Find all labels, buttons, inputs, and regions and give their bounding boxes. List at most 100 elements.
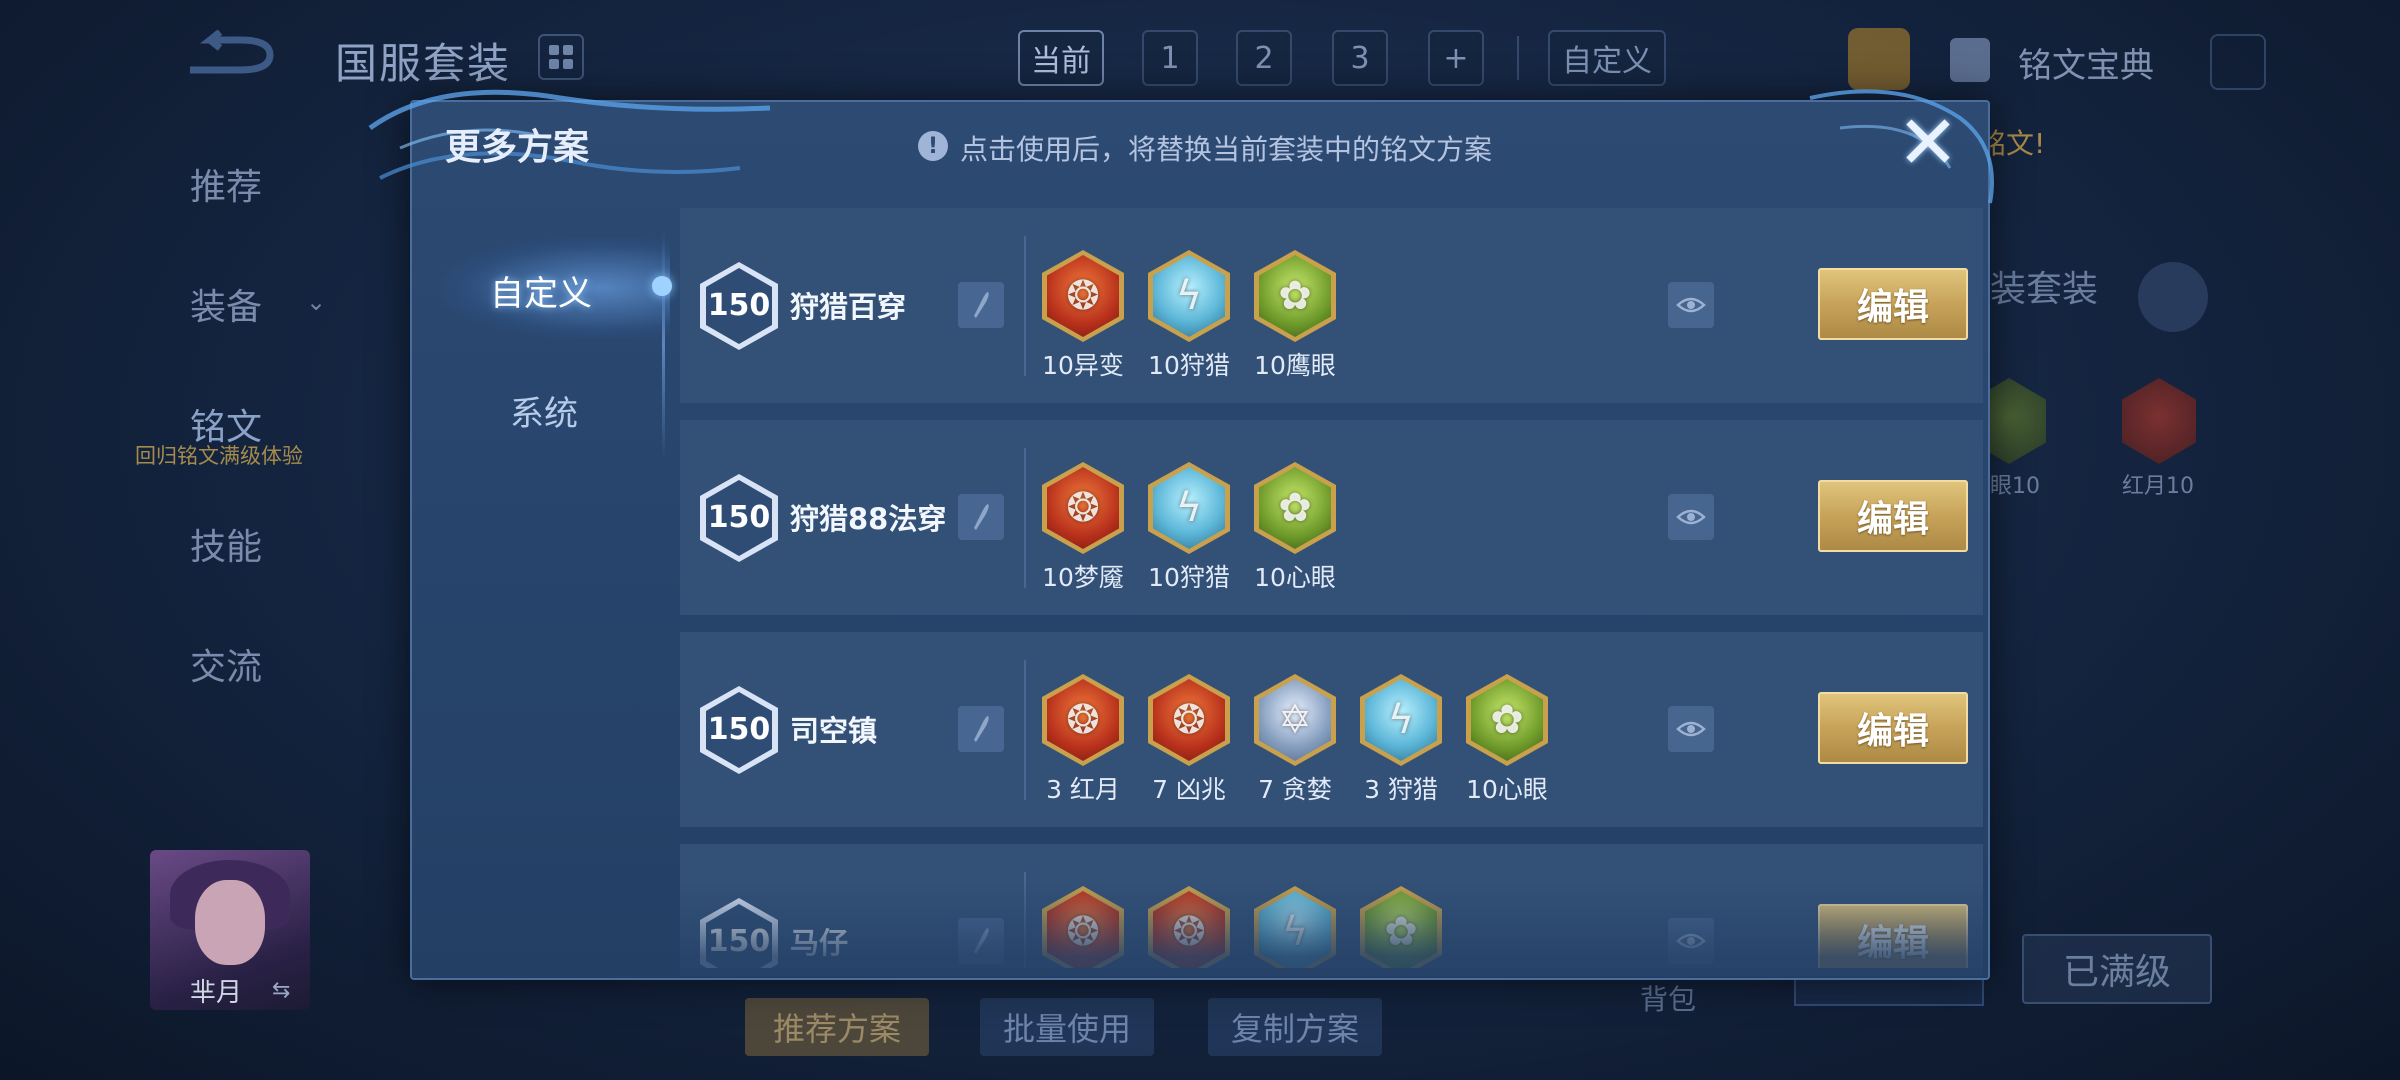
rune-red-icon: ❂ [1042,462,1124,554]
rune-green-icon: ✿ [1254,462,1336,554]
close-icon: ✕ [1896,100,1959,186]
modal-title: 更多方案 [445,127,590,168]
recommend-plan-button[interactable]: 推荐方案 [745,998,929,1056]
plan-card[interactable]: 150 狩猎百穿 ❂ 10异变 ϟ 10狩猎 ✿ 10鹰眼 编辑 [680,208,1983,403]
tab-add[interactable]: + [1428,30,1484,86]
level-badge: 150 [700,686,778,774]
batch-use-button[interactable]: 批量使用 [980,998,1154,1056]
pen-icon [974,928,989,954]
rune-count: 10狩猎 [1148,351,1230,380]
tab-divider [662,230,665,460]
menu-icon[interactable] [2138,262,2208,332]
pen-icon [974,292,989,318]
plan-card[interactable]: 150 司空镇 ❂ 3 红月 ❂ 7 凶兆 ✡ 7 贪婪 ϟ 3 狩猎 ✿ 10心眼 编辑 [680,632,1983,827]
divider [1517,36,1519,80]
rune-slot: ✿ 10心眼 [1466,674,1548,814]
plan-name: 狩猎88法穿 [790,502,947,536]
rune-slot: ϟ 10狩猎 [1148,250,1230,390]
rune-blue-icon: ϟ [1148,250,1230,342]
close-button[interactable]: ✕ [1895,106,1961,180]
rune-slot: ϟ 10狩猎 [1148,462,1230,602]
tab-set-1[interactable]: 1 [1142,30,1198,86]
preview-button[interactable] [1668,494,1714,540]
divider [1024,448,1026,588]
nav-skills[interactable]: 技能 [190,518,262,570]
rune-label: 红月10 [2122,474,2194,499]
nav-recommend[interactable]: 推荐 [190,158,262,210]
rune-label: 眼10 [1990,474,2040,499]
rune-red-icon: ❂ [1042,886,1124,968]
eye-icon [1676,933,1706,949]
rename-button[interactable] [958,494,1004,540]
rune-icon [2122,378,2196,464]
rename-button[interactable] [958,282,1004,328]
info-icon: ! [918,131,948,161]
rune-blue-icon: ϟ [1148,462,1230,554]
tab-system-plans[interactable]: 系统 [510,386,578,435]
plan-name: 马仔 [790,926,849,960]
hero-name: 芈月 [190,978,243,1008]
divider [1024,660,1026,800]
rune-slot: ✡ 7 贪婪 [1254,674,1336,814]
level-badge: 150 [700,898,778,968]
rune-slot: ❂ 10异变 [1042,250,1124,390]
rune-count: 10异变 [1042,351,1124,380]
rune-count: 10梦魇 [1042,563,1124,592]
rune-silver-icon: ✡ [1254,674,1336,766]
rune-slot: ✿ 10心眼 [1254,462,1336,602]
maxed-button[interactable]: 已满级 [2022,934,2212,1004]
preview-button[interactable] [1668,706,1714,752]
codex-label[interactable]: 铭文宝典 [2018,38,2154,87]
side-title: 装套装 [1990,269,2099,310]
tab-current[interactable]: 当前 [1018,30,1104,86]
rune-slot: ✿ [1360,886,1442,968]
nav-equipment[interactable]: 装备 [190,278,262,330]
rune-slot: ϟ 3 狩猎 [1360,674,1442,814]
plan-card[interactable]: 150 马仔 ❂ ❂ ϟ ✿ 编辑 [680,844,1983,968]
tab-set-3[interactable]: 3 [1332,30,1388,86]
copy-plan-button[interactable]: 复制方案 [1208,998,1382,1056]
edit-button[interactable]: 编辑 [1818,692,1968,764]
pen-icon [974,716,989,742]
rune-blue-icon: ϟ [1360,674,1442,766]
rune-slot: ❂ 7 凶兆 [1148,674,1230,814]
tab-custom-plans[interactable]: 自定义 [490,266,592,315]
plan-name: 狩猎百穿 [790,290,907,324]
rune-slot: ϟ [1254,886,1336,968]
edit-button[interactable]: 编辑 [1818,268,1968,340]
rune-slot: ❂ [1148,886,1230,968]
pen-icon [974,504,989,530]
eye-icon [1676,297,1706,313]
rune-red-icon: ❂ [1042,674,1124,766]
rune-slot: ❂ 10梦魇 [1042,462,1124,602]
rename-button[interactable] [958,706,1004,752]
swap-icon[interactable]: ⇆ [272,978,290,1003]
plan-list[interactable]: 150 狩猎百穿 ❂ 10异变 ϟ 10狩猎 ✿ 10鹰眼 编辑 150 狩猎88法穿 ❂ 10梦魇 ϟ 1… [680,208,1983,968]
back-button[interactable] [180,29,280,80]
edit-button[interactable]: 编辑 [1818,480,1968,552]
divider [1024,236,1026,376]
rune-list: ❂ 3 红月 ❂ 7 凶兆 ✡ 7 贪婪 ϟ 3 狩猎 ✿ 10心眼 [1042,674,1548,814]
edit-button[interactable]: 编辑 [1818,904,1968,968]
level-badge: 150 [700,262,778,350]
rename-button[interactable] [958,918,1004,964]
tab-custom[interactable]: 自定义 [1548,30,1666,86]
nav-community[interactable]: 交流 [190,638,262,690]
rune-slot: ✿ 10鹰眼 [1254,250,1336,390]
eye-icon [1676,721,1706,737]
tab-set-2[interactable]: 2 [1236,30,1292,86]
preview-button[interactable] [1668,918,1714,964]
preview-button[interactable] [1668,282,1714,328]
rune-list: ❂ 10梦魇 ϟ 10狩猎 ✿ 10心眼 [1042,462,1336,602]
divider [1024,872,1026,968]
bag-label[interactable]: 背包 [1640,978,1696,1018]
rune-count: 10狩猎 [1148,563,1230,592]
back-arrow-icon [190,29,274,74]
plan-card[interactable]: 150 狩猎88法穿 ❂ 10梦魇 ϟ 10狩猎 ✿ 10心眼 编辑 [680,420,1983,615]
rune-red-icon: ❂ [1148,886,1230,968]
codex-icon[interactable] [1950,38,1990,82]
level-badge: 150 [700,474,778,562]
rune-count: 7 凶兆 [1152,775,1226,804]
info-text: 点击使用后，将替换当前套装中的铭文方案 [960,133,1493,166]
rune-red-icon: ❂ [1148,674,1230,766]
